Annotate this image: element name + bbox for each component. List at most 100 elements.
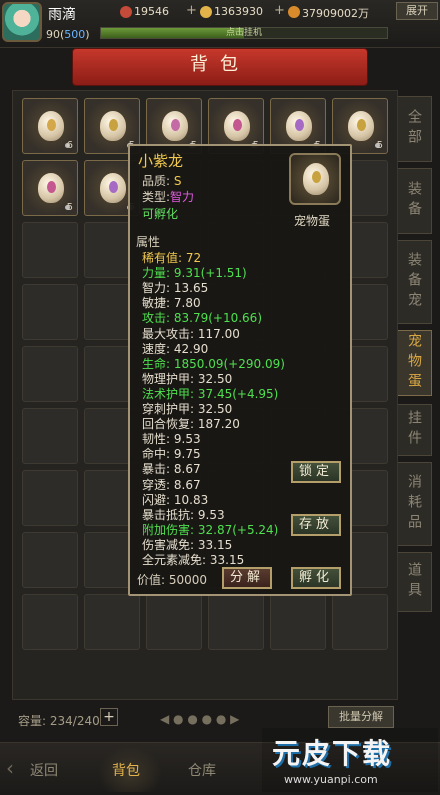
- watermark-url: www.yuanpi.com: [284, 773, 378, 786]
- tab-2[interactable]: 装备宠: [398, 240, 432, 324]
- tab-6[interactable]: 道具: [398, 552, 432, 612]
- stat-label: 稀有值:: [142, 251, 183, 265]
- stat-value: 13.65: [173, 281, 209, 296]
- stat-label: 全元素减免:: [142, 553, 207, 567]
- stat-value: 83.79(+10.66): [173, 311, 262, 326]
- batch-decompose-button[interactable]: 批量分解: [328, 706, 394, 728]
- add-gold-button[interactable]: +: [274, 3, 285, 18]
- egg-mark: [47, 181, 56, 193]
- currency-coin: 37909002万: [302, 7, 369, 20]
- pet-egg-icon: [100, 173, 126, 203]
- stat-label: 物理护甲:: [142, 371, 195, 386]
- stat-value: 33.15: [197, 537, 233, 552]
- exp-label: 点击挂机: [225, 28, 262, 38]
- inventory-slot[interactable]: 6: [22, 98, 78, 154]
- stat-value: 1850.09(+290.09): [173, 356, 285, 371]
- inventory-slot[interactable]: [208, 594, 264, 650]
- egg-mark: [109, 119, 118, 131]
- hatchable-status: 可孵化: [142, 207, 179, 221]
- stat-label: 暴击:: [142, 462, 171, 477]
- add-ruby-button[interactable]: +: [186, 3, 197, 18]
- expand-capacity-button[interactable]: +: [100, 708, 118, 726]
- currency-ruby: 19546: [134, 5, 169, 18]
- stat-value: 33.15: [209, 553, 245, 567]
- inventory-slot[interactable]: [22, 532, 78, 588]
- item-name: 小紫龙: [138, 152, 184, 170]
- stat-label: 暴击抵抗:: [142, 507, 195, 522]
- nav-warehouse[interactable]: 仓库: [188, 760, 216, 780]
- stat-label: 穿刺护甲:: [142, 402, 195, 416]
- slot-count: 6: [66, 140, 73, 151]
- stat-value: 7.80: [173, 296, 201, 311]
- stat-label: 敏捷:: [142, 296, 171, 311]
- inventory-slot[interactable]: [22, 284, 78, 340]
- stat-label: 命中:: [142, 447, 171, 462]
- stat-label: 回合恢复:: [142, 417, 195, 432]
- stat-label: 力量:: [142, 266, 171, 281]
- stat-value: 72: [185, 251, 202, 265]
- store-button[interactable]: 存放: [291, 514, 341, 536]
- inventory-slot[interactable]: 5: [22, 160, 78, 216]
- inventory-slot[interactable]: [22, 408, 78, 464]
- egg-mark: [357, 119, 366, 131]
- pet-egg-icon: [348, 111, 374, 141]
- nav-bag[interactable]: 背包: [112, 760, 140, 780]
- stat-label: 攻击:: [142, 311, 171, 326]
- stat-value: 9.53: [173, 432, 201, 447]
- page-title: 背包: [190, 54, 250, 75]
- ruby-icon: [120, 6, 132, 18]
- pet-egg-icon: [100, 111, 126, 141]
- stat-label: 速度:: [142, 341, 171, 356]
- stat-label: 附加伤害:: [142, 522, 195, 537]
- stat-value: 37.45(+4.95): [197, 386, 279, 401]
- egg-mark: [312, 171, 321, 183]
- tab-0[interactable]: 全部: [398, 96, 432, 162]
- egg-mark: [233, 119, 242, 131]
- decompose-button[interactable]: 分解: [222, 567, 272, 589]
- stat-label: 最大攻击:: [142, 326, 195, 341]
- player-avatar[interactable]: [2, 2, 42, 42]
- stat-label: 伤害减免:: [142, 537, 195, 552]
- back-arrow-icon[interactable]: ‹: [6, 756, 14, 780]
- stat-label: 智力:: [142, 281, 171, 296]
- inventory-slot[interactable]: [146, 594, 202, 650]
- inventory-slot[interactable]: [22, 346, 78, 402]
- pet-egg-icon: [38, 111, 64, 141]
- stat-label: 生命:: [142, 356, 171, 371]
- inventory-slot[interactable]: [332, 594, 388, 650]
- item-category-label: 宠物蛋: [294, 214, 331, 228]
- stat-value: 9.53: [197, 507, 225, 522]
- tab-3[interactable]: 宠物蛋: [398, 330, 432, 396]
- gold-icon: [200, 6, 212, 18]
- stat-label: 穿透:: [142, 477, 171, 492]
- stat-value: 42.90: [173, 341, 209, 356]
- item-quality: 品质: S: [142, 174, 182, 188]
- stat-value: 187.20: [197, 417, 240, 432]
- stat-value: 8.67: [173, 462, 201, 477]
- pet-egg-icon: [303, 163, 329, 195]
- expand-button[interactable]: 展开: [396, 2, 438, 20]
- page-indicator[interactable]: ◀ ● ● ● ● ▶: [160, 712, 239, 726]
- stat-value: 32.50: [197, 371, 233, 386]
- inventory-slot[interactable]: [270, 594, 326, 650]
- inventory-slot[interactable]: [22, 222, 78, 278]
- inventory-slot[interactable]: [84, 594, 140, 650]
- pet-egg-icon: [286, 111, 312, 141]
- stat-row: 全元素减免: 33.15: [142, 551, 244, 568]
- tab-4[interactable]: 挂件: [398, 404, 432, 456]
- lock-button[interactable]: 锁定: [291, 461, 341, 483]
- tab-5[interactable]: 消耗品: [398, 462, 432, 546]
- slot-count: 5: [66, 202, 73, 213]
- slot-count: 5: [376, 140, 383, 151]
- player-level: 90(500): [46, 28, 90, 41]
- tab-1[interactable]: 装备: [398, 168, 432, 234]
- coin-icon: [288, 6, 300, 18]
- attributes-header: 属性: [136, 235, 161, 249]
- egg-mark: [109, 181, 118, 193]
- nav-back[interactable]: 返回: [30, 760, 58, 780]
- stat-value: 32.50: [197, 402, 233, 416]
- hatch-button[interactable]: 孵化: [291, 567, 341, 589]
- stat-label: 法术护甲:: [142, 386, 195, 401]
- inventory-slot[interactable]: [22, 470, 78, 526]
- inventory-slot[interactable]: [22, 594, 78, 650]
